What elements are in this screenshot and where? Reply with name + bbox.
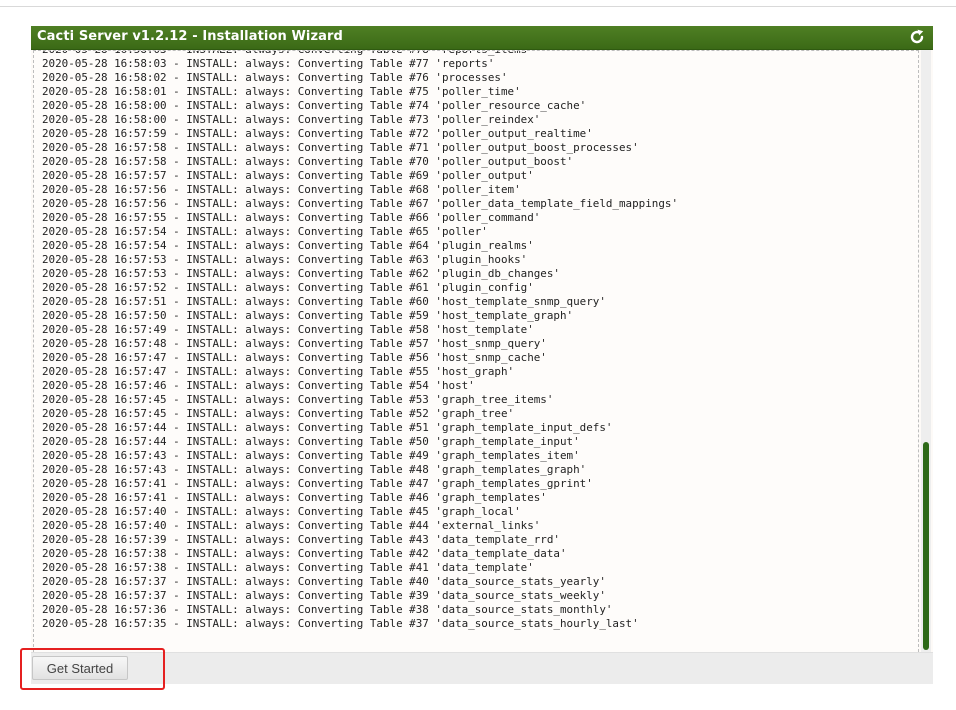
log-line: 2020-05-28 16:57:44 - INSTALL: always: C… <box>42 435 580 448</box>
log-line: 2020-05-28 16:57:39 - INSTALL: always: C… <box>42 533 560 546</box>
log-line: 2020-05-28 16:57:45 - INSTALL: always: C… <box>42 393 554 406</box>
title-bar: Cacti Server v1.2.12 - Installation Wiza… <box>31 26 933 50</box>
log-line: 2020-05-28 16:57:52 - INSTALL: always: C… <box>42 281 534 294</box>
log-line: 2020-05-28 16:57:51 - INSTALL: always: C… <box>42 295 606 308</box>
log-line: 2020-05-28 16:57:59 - INSTALL: always: C… <box>42 127 593 140</box>
log-line: 2020-05-28 16:58:02 - INSTALL: always: C… <box>42 71 508 84</box>
log-line: 2020-05-28 16:57:47 - INSTALL: always: C… <box>42 351 547 364</box>
log-line: 2020-05-28 16:57:44 - INSTALL: always: C… <box>42 421 613 434</box>
log-lines: 2020-05-28 16:58:03 - INSTALL: always: C… <box>42 51 679 631</box>
log-line: 2020-05-28 16:57:54 - INSTALL: always: C… <box>42 225 488 238</box>
log-line: 2020-05-28 16:57:54 - INSTALL: always: C… <box>42 239 534 252</box>
refresh-icon[interactable] <box>909 29 925 45</box>
log-line: 2020-05-28 16:57:55 - INSTALL: always: C… <box>42 211 541 224</box>
log-line: 2020-05-28 16:58:00 - INSTALL: always: C… <box>42 113 541 126</box>
log-line: 2020-05-28 16:57:45 - INSTALL: always: C… <box>42 407 515 420</box>
log-line: 2020-05-28 16:57:41 - INSTALL: always: C… <box>42 477 593 490</box>
log-line: 2020-05-28 16:58:03 - INSTALL: always: C… <box>42 57 495 70</box>
log-line: 2020-05-28 16:57:50 - INSTALL: always: C… <box>42 309 574 322</box>
log-line: 2020-05-28 16:57:43 - INSTALL: always: C… <box>42 449 580 462</box>
log-line: 2020-05-28 16:57:38 - INSTALL: always: C… <box>42 561 534 574</box>
log-line: 2020-05-28 16:57:38 - INSTALL: always: C… <box>42 547 567 560</box>
get-started-button[interactable]: Get Started <box>32 656 128 680</box>
log-line: 2020-05-28 16:57:40 - INSTALL: always: C… <box>42 519 541 532</box>
log-line: 2020-05-28 16:57:56 - INSTALL: always: C… <box>42 183 521 196</box>
log-line: 2020-05-28 16:57:49 - INSTALL: always: C… <box>42 323 534 336</box>
install-log: 2020-05-28 16:58:03 - INSTALL: always: C… <box>33 50 919 662</box>
wizard-footer: Get Started <box>31 652 933 684</box>
scrollbar-thumb[interactable] <box>923 442 929 650</box>
log-line: 2020-05-28 16:57:53 - INSTALL: always: C… <box>42 253 528 266</box>
log-line: 2020-05-28 16:57:47 - INSTALL: always: C… <box>42 365 515 378</box>
log-line: 2020-05-28 16:57:48 - INSTALL: always: C… <box>42 337 547 350</box>
log-line: 2020-05-28 16:57:37 - INSTALL: always: C… <box>42 589 606 602</box>
log-line: 2020-05-28 16:58:03 - INSTALL: always: C… <box>42 51 678 57</box>
log-line: 2020-05-28 16:57:35 - INSTALL: always: C… <box>42 617 639 630</box>
log-line: 2020-05-28 16:57:46 - INSTALL: always: C… <box>42 379 475 392</box>
log-line: 2020-05-28 16:57:53 - INSTALL: always: C… <box>42 267 560 280</box>
log-line: 2020-05-28 16:58:01 - INSTALL: always: C… <box>42 85 521 98</box>
log-scrollbar[interactable] <box>921 50 931 654</box>
top-divider <box>0 6 956 7</box>
log-line: 2020-05-28 16:57:57 - INSTALL: always: C… <box>42 169 534 182</box>
installation-wizard-window: Cacti Server v1.2.12 - Installation Wiza… <box>31 26 933 684</box>
log-line: 2020-05-28 16:57:41 - INSTALL: always: C… <box>42 491 547 504</box>
log-line: 2020-05-28 16:58:00 - INSTALL: always: C… <box>42 99 587 112</box>
log-line: 2020-05-28 16:57:37 - INSTALL: always: C… <box>42 575 606 588</box>
log-line: 2020-05-28 16:57:58 - INSTALL: always: C… <box>42 141 639 154</box>
log-line: 2020-05-28 16:57:40 - INSTALL: always: C… <box>42 505 521 518</box>
window-title: Cacti Server v1.2.12 - Installation Wiza… <box>37 29 343 44</box>
log-line: 2020-05-28 16:57:56 - INSTALL: always: C… <box>42 197 679 210</box>
log-line: 2020-05-28 16:57:43 - INSTALL: always: C… <box>42 463 587 476</box>
log-line: 2020-05-28 16:57:58 - INSTALL: always: C… <box>42 155 574 168</box>
log-line: 2020-05-28 16:57:36 - INSTALL: always: C… <box>42 603 613 616</box>
